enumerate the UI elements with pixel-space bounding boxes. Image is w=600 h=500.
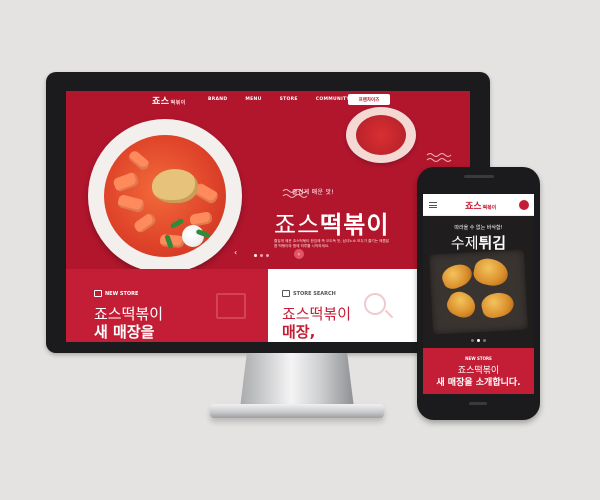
desktop-screen: 죠스떡볶이 BRAND MENU STORE COMMUNITY 프랜차이즈 즐… xyxy=(66,91,470,342)
tteokbokki-bowl-image xyxy=(88,119,242,273)
desktop-navbar: 죠스떡볶이 BRAND MENU STORE COMMUNITY 프랜차이즈 xyxy=(66,91,470,109)
mobile-new-store-section[interactable]: NEW STORE 죠스떡볶이 새 매장을 소개합니다. xyxy=(423,348,534,394)
wave-decoration-top xyxy=(426,153,452,162)
new-store-section[interactable]: NEW STORE 죠스떡볶이 새 매장을 xyxy=(66,269,268,342)
mobile-store-label: NEW STORE xyxy=(465,356,492,361)
desktop-logo[interactable]: 죠스떡볶이 xyxy=(152,94,186,107)
hero-tagline: 즐겁게 매운 맛! xyxy=(292,189,335,196)
side-dish-image xyxy=(346,107,416,163)
desktop-logo-sub: 떡볶이 xyxy=(170,100,186,106)
mobile-logo-text: 죠스 xyxy=(465,202,482,212)
phone-speaker xyxy=(464,175,494,178)
desktop-hero: 즐겁게 매운 맛! 죠스떡볶이 즐겁게 매운 죠스떡볶이 한입에 쏙 오도독 맛… xyxy=(66,107,470,273)
hero-next-arrow-icon[interactable]: › xyxy=(294,249,304,259)
mobile-hero-sub: 따라올 수 없는 바삭함! xyxy=(454,225,503,231)
hero-pagination xyxy=(254,254,269,257)
franchise-button[interactable]: 프랜차이즈 xyxy=(348,94,390,105)
hero-dot-3[interactable] xyxy=(266,254,269,257)
mobile-hero-pagination xyxy=(471,339,486,342)
menu-item-community[interactable]: COMMUNITY xyxy=(316,97,350,102)
new-store-label-text: NEW STORE xyxy=(105,290,139,297)
mobile-order-icon[interactable] xyxy=(519,200,529,210)
mobile-hero-title-bold: 튀김 xyxy=(478,234,507,252)
store-search-label-text: STORE SEARCH xyxy=(293,290,336,297)
shop-icon xyxy=(94,290,102,297)
hero-title-thin: 죠스 xyxy=(274,211,321,239)
menu-item-brand[interactable]: BRAND xyxy=(208,97,227,102)
menu-item-store[interactable]: STORE xyxy=(280,97,298,102)
mobile-dot-1[interactable] xyxy=(471,339,474,342)
mobile-store-line2: 새 매장을 소개합니다. xyxy=(436,378,521,388)
mobile-logo-sub: 떡볶이 xyxy=(482,205,497,211)
hero-dot-2[interactable] xyxy=(260,254,263,257)
mobile-hero: 따라올 수 없는 바삭함! 수제튀김 xyxy=(423,216,534,348)
store-outline-icon xyxy=(216,293,246,319)
mobile-phone: 죠스떡볶이 따라올 수 없는 바삭함! 수제튀김 NEW STORE 죠스떡볶이… xyxy=(417,167,540,420)
mobile-logo[interactable]: 죠스떡볶이 xyxy=(465,199,496,212)
hero-prev-arrow-icon[interactable]: ‹ xyxy=(234,248,237,257)
hero-title: 죠스떡볶이 xyxy=(274,205,389,240)
desktop-logo-text: 죠스 xyxy=(152,97,170,107)
hamburger-menu-icon[interactable] xyxy=(429,202,437,208)
new-store-label: NEW STORE xyxy=(94,290,138,297)
hero-title-bold: 떡볶이 xyxy=(320,211,390,239)
fried-food-tray-image xyxy=(428,249,529,335)
hero-description: 즐겁게 매운 죠스떡볶이 한입에 쏙 오도독 맛, 남녀노소 모두가 즐기는 매… xyxy=(274,239,390,248)
store-search-label: STORE SEARCH xyxy=(282,290,336,297)
desktop-menu: BRAND MENU STORE COMMUNITY xyxy=(208,97,350,102)
monitor-stand xyxy=(240,353,354,408)
map-icon xyxy=(282,290,290,297)
mobile-dot-3[interactable] xyxy=(483,339,486,342)
mobile-navbar: 죠스떡볶이 xyxy=(423,194,534,216)
menu-item-menu[interactable]: MENU xyxy=(245,97,261,102)
mobile-screen: 죠스떡볶이 따라올 수 없는 바삭함! 수제튀김 NEW STORE 죠스떡볶이… xyxy=(423,194,534,394)
monitor-base xyxy=(210,404,384,418)
phone-home-indicator xyxy=(469,402,487,405)
store-search-line2: 매장, xyxy=(282,323,316,341)
new-store-line2: 새 매장을 xyxy=(94,323,155,341)
mobile-hero-title-thin: 수제 xyxy=(450,234,479,252)
search-outline-icon xyxy=(364,293,386,315)
hero-dot-1[interactable] xyxy=(254,254,257,257)
mobile-dot-2[interactable] xyxy=(477,339,480,342)
